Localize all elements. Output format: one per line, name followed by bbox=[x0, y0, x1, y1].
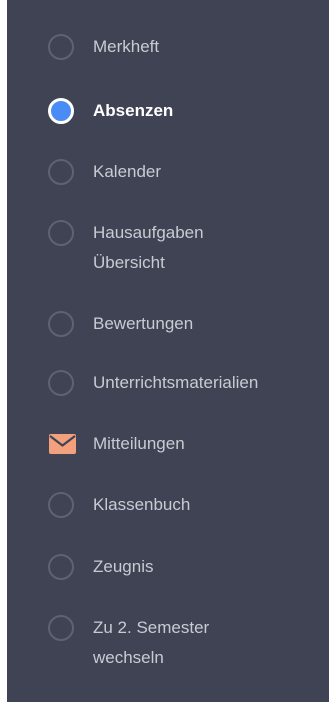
nav-item-label: Klassenbuch bbox=[93, 495, 191, 514]
nav-item-label: Zeugnis bbox=[93, 557, 154, 576]
radio-empty-icon[interactable] bbox=[48, 311, 74, 337]
nav-item-kalender[interactable]: Kalender bbox=[7, 156, 329, 188]
nav-item-unterrichtsmaterialien[interactable]: Unterrichtsmaterialien bbox=[7, 367, 329, 399]
nav-item-label: Mitteilungen bbox=[93, 434, 185, 453]
nav-item-hausaufgaben-uebersicht[interactable]: Hausaufgaben Übersicht bbox=[7, 217, 329, 279]
nav-item-label: Zu 2. Semester bbox=[93, 618, 210, 637]
nav-item-label: Merkheft bbox=[93, 37, 160, 56]
envelope-icon[interactable] bbox=[49, 434, 76, 454]
sidebar-nav: Merkheft Absenzen Kalender Hausaufgaben … bbox=[7, 0, 329, 702]
nav-item-klassenbuch[interactable]: Klassenbuch bbox=[7, 489, 329, 521]
nav-item-label-line2: Übersicht bbox=[93, 253, 165, 272]
nav-item-label: Hausaufgaben bbox=[93, 223, 204, 242]
nav-item-label: Kalender bbox=[93, 162, 162, 181]
nav-item-merkheft[interactable]: Merkheft bbox=[7, 31, 329, 63]
nav-item-label: Absenzen bbox=[93, 101, 174, 120]
nav-item-mitteilungen[interactable]: Mitteilungen bbox=[7, 428, 329, 460]
radio-empty-icon[interactable] bbox=[48, 34, 74, 60]
nav-item-label-line2: wechseln bbox=[93, 648, 164, 667]
radio-empty-icon[interactable] bbox=[48, 159, 74, 185]
nav-item-zeugnis[interactable]: Zeugnis bbox=[7, 551, 329, 583]
radio-empty-icon[interactable] bbox=[48, 615, 74, 641]
radio-empty-icon[interactable] bbox=[48, 370, 74, 396]
radio-selected-icon[interactable] bbox=[48, 98, 74, 124]
radio-empty-icon[interactable] bbox=[48, 220, 74, 246]
radio-empty-icon[interactable] bbox=[48, 554, 74, 580]
nav-item-semester-wechseln[interactable]: Zu 2. Semester wechseln bbox=[7, 612, 329, 674]
radio-empty-icon[interactable] bbox=[48, 492, 74, 518]
nav-item-absenzen[interactable]: Absenzen bbox=[7, 95, 329, 127]
nav-item-label: Bewertungen bbox=[93, 314, 194, 333]
nav-item-bewertungen[interactable]: Bewertungen bbox=[7, 308, 329, 340]
nav-item-label: Unterrichtsmaterialien bbox=[93, 373, 259, 392]
